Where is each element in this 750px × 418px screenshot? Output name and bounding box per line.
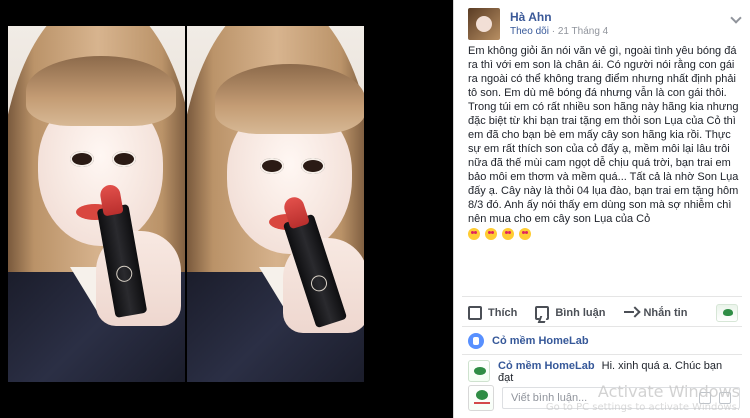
post-photos[interactable] [8, 26, 364, 382]
lipstick-logo [114, 264, 134, 284]
facebook-post-panel: Hà Ahn Theo dõi · 21 Tháng 4 Em không gi… [453, 0, 750, 418]
message-label: Nhắn tin [643, 307, 688, 319]
left-eye [260, 158, 284, 174]
bangs-shape [215, 64, 364, 134]
commenter-avatar[interactable] [468, 360, 490, 382]
lipstick-logo [308, 273, 330, 294]
divider-comments [462, 354, 742, 355]
post-header: Hà Ahn Theo dõi · 21 Tháng 4 [468, 8, 742, 40]
screenshot-canvas: Hà Ahn Theo dõi · 21 Tháng 4 Em không gi… [0, 0, 750, 418]
post-actions: Thích Bình luận Nhắn tin [468, 302, 738, 324]
emoji-row [468, 228, 743, 242]
photo-left[interactable] [8, 26, 185, 382]
comment-text-block: Cỏ mềm HomeLab Hi. xinh quá a. Chúc bạn … [498, 360, 740, 384]
watermark-subtitle: Go to PC settings to activate Windows. [545, 402, 740, 413]
right-eye [112, 151, 136, 167]
comment-item: Cỏ mềm HomeLab Hi. xinh quá a. Chúc bạn … [468, 360, 740, 384]
comment-button[interactable]: Bình luận [535, 306, 605, 320]
bangs-shape [26, 56, 176, 126]
watermark-title: Activate Windows [597, 382, 740, 401]
follow-link[interactable]: Theo dõi [510, 26, 549, 37]
post-date[interactable]: 21 Tháng 4 [558, 26, 608, 37]
like-button[interactable]: Thích [468, 306, 517, 320]
right-eye [301, 158, 325, 174]
post-body: Em không giỏi ăn nói văn vẻ gì, ngoài tì… [468, 44, 743, 242]
comment-icon [535, 306, 550, 320]
meta-separator: · [551, 26, 556, 37]
smiling-face-with-heart-eyes-icon [519, 228, 532, 240]
left-eye [70, 151, 94, 167]
like-reaction-icon [468, 333, 484, 349]
photo-right[interactable] [187, 26, 364, 382]
reaction-name[interactable]: Cỏ mềm HomeLab [492, 335, 589, 347]
author-name[interactable]: Hà Ahn [510, 10, 552, 24]
reactions-row[interactable]: Cỏ mềm HomeLab [468, 332, 738, 350]
like-icon [468, 306, 482, 320]
post-meta: Theo dõi · 21 Tháng 4 [510, 26, 608, 37]
like-label: Thích [488, 307, 518, 319]
chevron-down-icon[interactable] [730, 12, 742, 24]
author-avatar[interactable] [468, 8, 500, 40]
smiling-face-with-heart-eyes-icon [485, 228, 498, 240]
post-text: Em không giỏi ăn nói văn vẻ gì, ngoài tì… [468, 45, 739, 225]
share-icon [623, 306, 637, 320]
user-avatar [468, 385, 494, 411]
message-button[interactable]: Nhắn tin [623, 306, 687, 320]
homelab-logo [716, 304, 738, 322]
divider-top [462, 296, 742, 297]
divider-mid [462, 326, 742, 327]
commenter-name[interactable]: Cỏ mềm HomeLab [498, 360, 595, 372]
smiling-face-with-heart-eyes-icon [502, 228, 515, 240]
windows-activation-watermark: Activate Windows Go to PC settings to ac… [546, 384, 740, 416]
smiling-face-with-heart-eyes-icon [468, 228, 480, 240]
comment-label: Bình luận [555, 307, 606, 319]
